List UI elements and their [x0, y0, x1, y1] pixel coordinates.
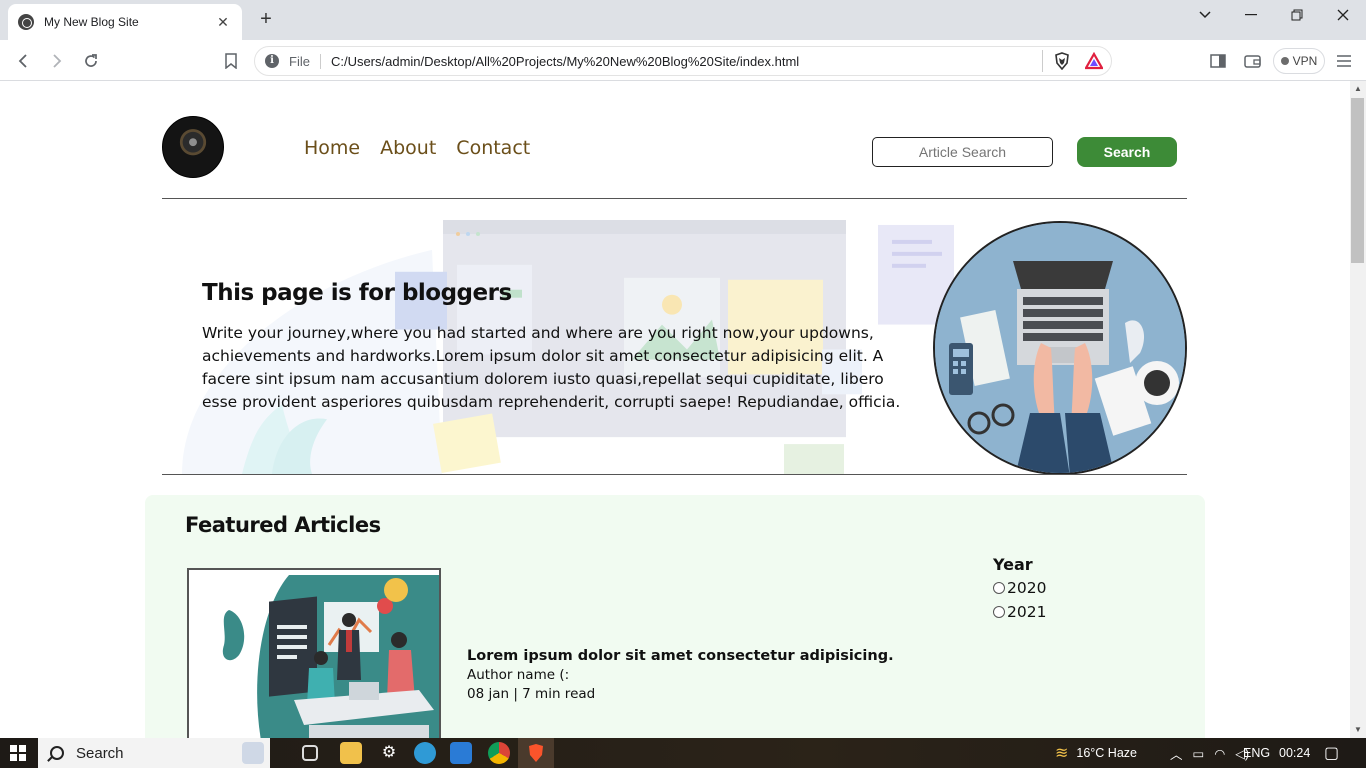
wifi-icon[interactable]: ◠	[1214, 746, 1225, 761]
chevron-down-icon	[1199, 11, 1211, 19]
windows-taskbar: Search ⚙ ≋ 16°C Haze ︿ ▭ ◠ ◁) ENG 00:24 …	[0, 738, 1366, 768]
article-meta: 08 jan | 7 min read	[467, 686, 596, 702]
year-option-label: 2020	[1007, 579, 1047, 597]
minimize-button[interactable]	[1228, 0, 1274, 30]
article-search-input[interactable]	[872, 137, 1053, 167]
url-text[interactable]: C:/Users/admin/Desktop/All%20Projects/My…	[331, 54, 1032, 69]
year-option-2021[interactable]: 2021	[993, 600, 1046, 624]
sidebar-toggle-button[interactable]	[1207, 50, 1229, 72]
taskbar-search-box[interactable]: Search	[38, 738, 270, 768]
vscode-icon[interactable]	[450, 742, 472, 764]
close-window-button[interactable]	[1320, 0, 1366, 30]
weather-text: 16°C Haze	[1076, 746, 1137, 760]
notification-icon[interactable]: ▢	[1324, 738, 1339, 768]
task-view-icon[interactable]	[302, 745, 318, 761]
wallet-button[interactable]	[1241, 50, 1263, 72]
chrome-icon[interactable]	[488, 742, 510, 764]
reload-button[interactable]	[78, 48, 104, 74]
close-icon	[1337, 9, 1349, 21]
chevron-up-icon[interactable]: ︿	[1170, 744, 1183, 763]
back-arrow-icon	[18, 54, 27, 68]
vpn-status-icon	[1280, 57, 1289, 65]
scrollbar-thumb[interactable]	[1351, 98, 1364, 263]
site-header: Home About Contact Search	[162, 115, 1187, 199]
hero-description: Write your journey,where you had started…	[202, 324, 901, 411]
forward-arrow-icon	[53, 54, 62, 68]
weather-widget[interactable]: ≋ 16°C Haze	[1055, 738, 1137, 768]
battery-icon[interactable]: ▭	[1193, 746, 1205, 761]
article-thumbnail[interactable]	[187, 568, 441, 738]
brave-rewards-icon[interactable]	[1085, 52, 1103, 70]
radio-2020[interactable]	[993, 582, 1005, 594]
settings-gear-icon[interactable]: ⚙	[378, 742, 400, 764]
minimize-icon	[1245, 14, 1257, 16]
search-highlight-icon[interactable]	[242, 742, 264, 764]
reload-icon	[85, 54, 97, 67]
site-logo[interactable]	[162, 116, 224, 178]
taskbar-search-label: Search	[76, 744, 124, 762]
file-label: File	[289, 53, 321, 69]
tab-bar: My New Blog Site ✕ +	[0, 0, 1366, 40]
nav-link-about[interactable]: About	[380, 137, 436, 159]
main-nav: Home About Contact	[304, 137, 530, 159]
browser-tab[interactable]: My New Blog Site ✕	[8, 4, 242, 40]
restore-icon	[1291, 9, 1303, 21]
vpn-button[interactable]: VPN	[1273, 48, 1325, 74]
tab-search-button[interactable]	[1182, 0, 1228, 30]
hero-title: This page is for bloggers	[202, 280, 512, 306]
restore-button[interactable]	[1274, 0, 1320, 30]
radio-2021[interactable]	[993, 606, 1005, 618]
sidebar-icon	[1210, 54, 1226, 68]
clock[interactable]: 00:24	[1279, 738, 1310, 768]
system-tray-icons[interactable]: ︿ ▭ ◠ ◁)	[1170, 738, 1249, 768]
close-tab-icon[interactable]: ✕	[214, 14, 232, 31]
forward-button[interactable]	[44, 48, 70, 74]
office-team-illustration	[189, 570, 439, 738]
search-button[interactable]: Search	[1077, 137, 1177, 167]
hero-section: This page is for bloggers Write your jou…	[162, 220, 1187, 475]
scroll-up-icon[interactable]: ▲	[1350, 81, 1366, 97]
omnibox-divider	[1042, 50, 1043, 72]
featured-articles-title: Featured Articles	[185, 513, 381, 537]
file-explorer-icon[interactable]	[340, 742, 362, 764]
brave-shields-icon[interactable]	[1053, 52, 1071, 70]
featured-articles-section: Featured Articles Lorem ipsum dolor sit …	[145, 495, 1205, 738]
article-info: Lorem ipsum dolor sit amet consectetur a…	[467, 648, 894, 702]
wallet-icon	[1243, 55, 1261, 68]
edge-browser-icon[interactable]	[414, 742, 436, 764]
new-tab-button[interactable]: +	[254, 8, 278, 32]
laptop-desk-illustration	[935, 223, 1185, 473]
nav-link-contact[interactable]: Contact	[456, 137, 530, 159]
globe-icon	[18, 14, 34, 30]
menu-button[interactable]	[1333, 50, 1355, 72]
vpn-label: VPN	[1292, 54, 1318, 68]
page-viewport: Home About Contact Search	[0, 81, 1350, 738]
browser-toolbar: i File C:/Users/admin/Desktop/All%20Proj…	[0, 40, 1366, 81]
article-title[interactable]: Lorem ipsum dolor sit amet consectetur a…	[467, 648, 894, 664]
nav-link-home[interactable]: Home	[304, 137, 360, 159]
bookmark-button[interactable]	[218, 48, 244, 74]
address-bar[interactable]: i File C:/Users/admin/Desktop/All%20Proj…	[254, 46, 1112, 76]
hamburger-menu-icon	[1337, 55, 1351, 67]
haze-weather-icon: ≋	[1055, 745, 1069, 762]
info-icon[interactable]: i	[265, 54, 279, 68]
year-filter: Year 2020 2021	[993, 555, 1046, 624]
windows-start-icon[interactable]	[10, 745, 26, 761]
year-option-label: 2021	[1007, 603, 1047, 621]
bookmark-icon	[225, 53, 237, 69]
year-option-2020[interactable]: 2020	[993, 576, 1046, 600]
back-button[interactable]	[10, 48, 36, 74]
tab-title: My New Blog Site	[44, 15, 139, 29]
hero-laptop-illustration	[933, 221, 1187, 474]
year-filter-title: Year	[993, 555, 1033, 574]
brave-taskbar-button[interactable]	[518, 738, 554, 768]
search-icon	[50, 746, 64, 760]
brave-lion-icon	[529, 744, 543, 762]
language-indicator[interactable]: ENG	[1243, 738, 1270, 768]
scroll-down-icon[interactable]: ▼	[1350, 722, 1366, 738]
article-author: Author name (:	[467, 667, 570, 683]
